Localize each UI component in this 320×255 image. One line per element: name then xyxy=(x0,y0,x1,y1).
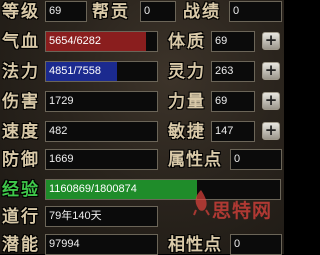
cultivation-label: 道行 xyxy=(2,207,40,227)
watermark-logo-icon xyxy=(193,190,210,216)
strength-field: 69 xyxy=(211,91,255,112)
potential-label: 潜能 xyxy=(2,235,40,255)
level-field: 69 xyxy=(45,1,87,22)
battle-record-field: 0 xyxy=(229,1,282,22)
add-agility-button[interactable]: + xyxy=(262,122,280,140)
character-attributes-panel: 等级 69 帮贡 0 战绩 0 气血 5654/6282 体质 69 + 法力 … xyxy=(0,0,284,255)
contribution-label: 帮贡 xyxy=(92,2,130,22)
mp-bar: 4851/7558 xyxy=(45,61,158,82)
spirit-label: 灵力 xyxy=(168,62,206,82)
attribute-points-field: 0 xyxy=(230,149,282,170)
mp-label: 法力 xyxy=(2,62,40,82)
affinity-points-field: 0 xyxy=(230,234,282,255)
spirit-field: 263 xyxy=(211,61,255,82)
experience-label: 经验 xyxy=(2,180,40,200)
add-constitution-button[interactable]: + xyxy=(262,32,280,50)
watermark-text: 思特网 xyxy=(212,200,273,222)
hp-label: 气血 xyxy=(2,32,40,52)
speed-label: 速度 xyxy=(2,122,40,142)
mp-value: 4851/7558 xyxy=(49,65,101,77)
defense-label: 防御 xyxy=(2,150,40,170)
contribution-field: 0 xyxy=(140,1,176,22)
hp-bar: 5654/6282 xyxy=(45,31,158,52)
attribute-points-label: 属性点 xyxy=(168,150,222,170)
speed-field: 482 xyxy=(45,121,158,142)
defense-field: 1669 xyxy=(45,149,158,170)
level-label: 等级 xyxy=(2,2,40,22)
cultivation-field: 79年140天 xyxy=(45,206,158,227)
hp-value: 5654/6282 xyxy=(49,35,101,47)
damage-label: 伤害 xyxy=(2,92,40,112)
potential-field: 97994 xyxy=(45,234,158,255)
battle-record-label: 战绩 xyxy=(183,2,221,22)
damage-field: 1729 xyxy=(45,91,158,112)
add-spirit-button[interactable]: + xyxy=(262,62,280,80)
constitution-label: 体质 xyxy=(168,32,206,52)
add-strength-button[interactable]: + xyxy=(262,92,280,110)
constitution-field: 69 xyxy=(211,31,255,52)
agility-field: 147 xyxy=(211,121,255,142)
affinity-points-label: 相性点 xyxy=(168,235,222,255)
agility-label: 敏捷 xyxy=(168,122,206,142)
strength-label: 力量 xyxy=(168,92,206,112)
